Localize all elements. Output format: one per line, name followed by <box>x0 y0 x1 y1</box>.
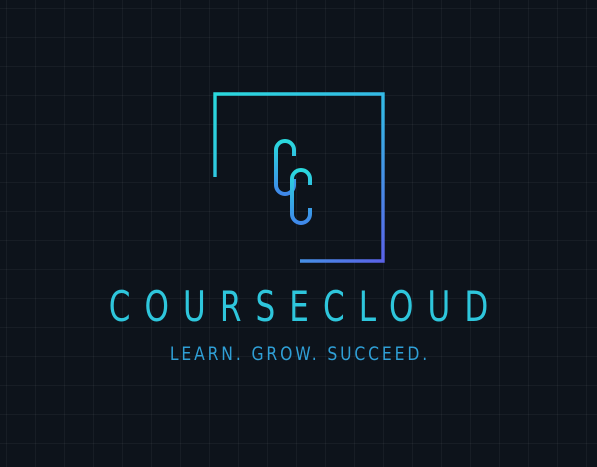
logo: COURSECLOUD LEARN. GROW. SUCCEED. <box>0 0 597 467</box>
cc-monogram-icon <box>274 139 312 225</box>
square-frame-icon <box>213 92 385 263</box>
emblem <box>213 92 385 263</box>
tagline: LEARN. GROW. SUCCEED. <box>169 343 431 365</box>
brand-name: COURSECLOUD <box>108 282 503 331</box>
